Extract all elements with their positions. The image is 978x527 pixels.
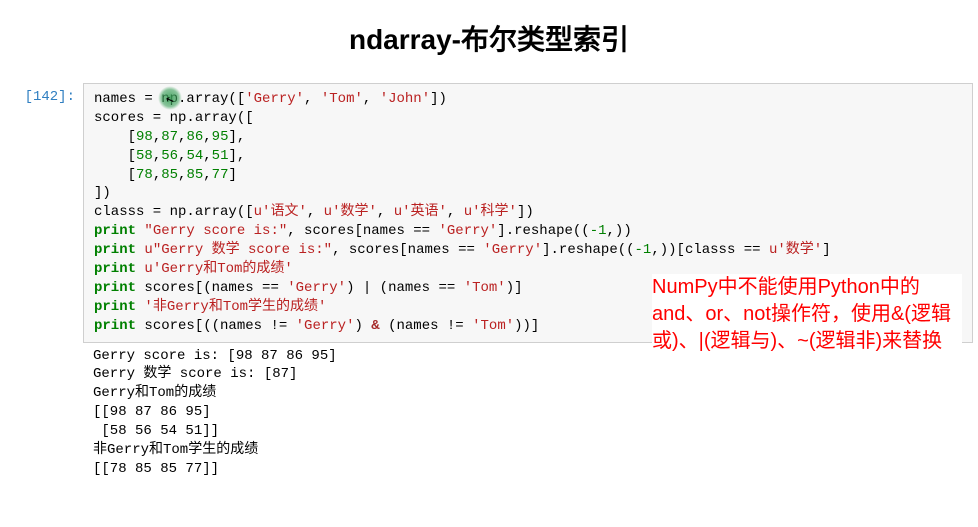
output-line: Gerry和Tom的成绩 — [93, 384, 968, 403]
output-area: Gerry score is: [98 87 86 95] Gerry 数学 s… — [83, 343, 978, 479]
page-title: ndarray-布尔类型索引 — [0, 0, 978, 83]
code-line: classs = np.array([u'语文', u'数学', u'英语', … — [94, 203, 962, 222]
code-line: print u"Gerry 数学 score is:", scores[name… — [94, 241, 962, 260]
code-line: names = np.array(['Gerry', 'Tom', 'John'… — [94, 90, 962, 109]
code-line: [58,56,54,51], — [94, 147, 962, 166]
output-line: Gerry 数学 score is: [87] — [93, 365, 968, 384]
code-line: [98,87,86,95], — [94, 128, 962, 147]
output-line: [58 56 54 51]] — [93, 422, 968, 441]
cell-prompt: [142]: — [15, 83, 83, 343]
code-input-area[interactable]: ↖ names = np.array(['Gerry', 'Tom', 'Joh… — [83, 83, 973, 343]
annotation-note: NumPy中不能使用Python中的and、or、not操作符，使用&(逻辑或)… — [652, 274, 962, 355]
code-line: print "Gerry score is:", scores[names ==… — [94, 222, 962, 241]
output-line: [[78 85 85 77]] — [93, 460, 968, 479]
code-line: [78,85,85,77] — [94, 166, 962, 185]
input-cell: [142]: ↖ names = np.array(['Gerry', 'Tom… — [0, 83, 978, 343]
code-line: ]) — [94, 184, 962, 203]
code-line: scores = np.array([ — [94, 109, 962, 128]
output-line: 非Gerry和Tom学生的成绩 — [93, 441, 968, 460]
output-line: [[98 87 86 95] — [93, 403, 968, 422]
